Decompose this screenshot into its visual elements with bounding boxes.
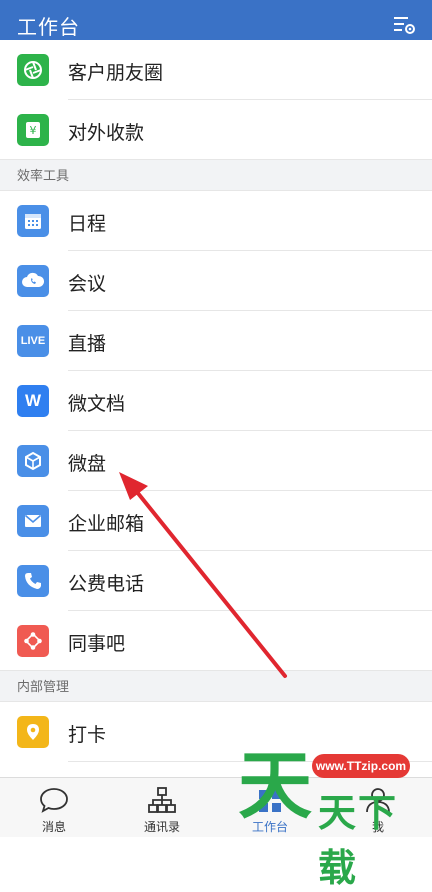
doc-w-icon-text: W: [24, 391, 42, 410]
app-item-colleague-bar[interactable]: 同事吧: [0, 611, 432, 671]
app-item-schedule[interactable]: 日程: [0, 191, 432, 251]
app-item-label: 会议: [68, 274, 107, 295]
app-item-label: 微文档: [68, 394, 126, 415]
app-item-label: 微盘: [68, 454, 107, 475]
live-icon: LIVE: [17, 325, 49, 357]
mail-icon: [17, 505, 49, 537]
svg-text:¥: ¥: [30, 124, 37, 137]
settings-icon[interactable]: [392, 13, 416, 37]
phone-icon: [17, 565, 49, 597]
tab-bar: 消息 通讯录 工作台 我: [0, 777, 432, 837]
cloud-phone-icon: [17, 265, 49, 297]
cube-icon: [17, 445, 49, 477]
org-chart-icon: [148, 787, 176, 813]
app-item-live[interactable]: LIVE 直播: [0, 311, 432, 371]
app-item-label: 打卡: [68, 725, 107, 746]
app-item-public-phone[interactable]: 公费电话: [0, 551, 432, 611]
app-item-label: 客户朋友圈: [68, 63, 164, 84]
location-pin-icon: [17, 716, 49, 748]
app-item-label: 公费电话: [68, 574, 145, 595]
app-item-enterprise-mail[interactable]: 企业邮箱: [0, 491, 432, 551]
workbench-icon: [259, 790, 281, 812]
yuan-wallet-icon: ¥: [17, 114, 49, 146]
app-item-micro-doc[interactable]: W 微文档: [0, 371, 432, 431]
doc-w-icon: W: [17, 385, 49, 417]
calendar-icon: [17, 205, 49, 237]
tab-contacts[interactable]: 通讯录: [108, 778, 216, 838]
app-item-clock-in[interactable]: 打卡: [0, 702, 432, 762]
page-title: 工作台: [17, 17, 80, 39]
share-nodes-icon: [17, 625, 49, 657]
app-item-customer-moments[interactable]: 客户朋友圈: [0, 40, 432, 100]
app-item-label: 对外收款: [68, 123, 145, 144]
app-item-label: 直播: [68, 334, 107, 355]
app-item-label: 同事吧: [68, 634, 126, 655]
person-icon: [366, 788, 390, 813]
app-item-meeting[interactable]: 会议: [0, 251, 432, 311]
app-item-label: 企业邮箱: [68, 514, 145, 535]
section-header-internal: 内部管理: [0, 671, 432, 702]
tab-workbench[interactable]: 工作台: [216, 778, 324, 838]
app-item-label: 日程: [68, 214, 107, 235]
tab-messages[interactable]: 消息: [0, 778, 108, 838]
tab-label: 我: [371, 820, 384, 834]
aperture-icon: [17, 54, 49, 86]
section-header-efficiency: 效率工具: [0, 160, 432, 191]
app-list: 客户朋友圈 ¥ 对外收款 效率工具 日程 会议 LIVE 直播 W 微文档 微盘…: [0, 40, 432, 762]
app-item-micro-disk[interactable]: 微盘: [0, 431, 432, 491]
tab-label: 工作台: [251, 820, 288, 834]
tab-me[interactable]: 我: [324, 778, 432, 838]
tab-label: 消息: [41, 820, 66, 834]
app-item-external-payment[interactable]: ¥ 对外收款: [0, 100, 432, 160]
tab-label: 通讯录: [143, 820, 180, 834]
live-icon-text: LIVE: [20, 335, 46, 347]
chat-bubble-icon: [40, 788, 68, 813]
